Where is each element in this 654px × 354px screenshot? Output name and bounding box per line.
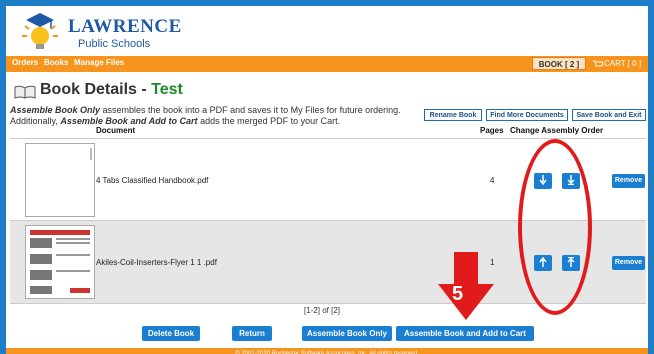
top-nav: Orders Books Manage Files BOOK [ 2 ] CAR… (6, 56, 648, 72)
cart-icon (593, 60, 603, 67)
logo-subtitle: Public Schools (78, 38, 151, 50)
graduation-bulb-icon (22, 13, 58, 49)
logo-title: LAWRENCE (68, 16, 182, 37)
red-down-arrow-icon (438, 252, 494, 320)
app-frame: LAWRENCE Public Schools Orders Books Man… (6, 6, 648, 354)
document-name: 4 Tabs Classified Handbook.pdf (96, 176, 209, 185)
header-document: Document (96, 126, 136, 135)
assemble-book-only-button[interactable]: Assemble Book Only (302, 326, 392, 341)
book-tab[interactable]: BOOK [ 2 ] (532, 57, 586, 70)
remove-button[interactable]: Remove (612, 256, 645, 270)
logo[interactable]: LAWRENCE Public Schools (18, 10, 181, 54)
cart-label: CART [ 0 ] (604, 59, 642, 68)
nav-books[interactable]: Books (44, 58, 68, 67)
assemble-book-add-to-cart-button[interactable]: Assemble Book and Add to Cart (396, 326, 534, 341)
document-name: Akiles-Coil-Inserters-Flyer 1 1 .pdf (96, 258, 217, 267)
remove-button[interactable]: Remove (612, 174, 645, 188)
cart-tab[interactable]: CART [ 0 ] (590, 57, 646, 70)
title-prefix: Book Details - (40, 81, 152, 98)
step-number: 5 (452, 283, 464, 305)
pagination-info: [1-2] of [2] (304, 306, 341, 315)
nav-orders[interactable]: Orders (12, 58, 38, 67)
header-change-order: Change Assembly Order (510, 126, 604, 135)
footer: © 2001-2020 Rochester Software Associate… (6, 348, 648, 354)
save-book-exit-button[interactable]: Save Book and Exit (572, 109, 646, 121)
header: LAWRENCE Public Schools (6, 6, 648, 56)
open-book-icon (14, 85, 36, 99)
book-name: Test (151, 81, 183, 98)
document-thumbnail (25, 225, 95, 299)
delete-book-button[interactable]: Delete Book (142, 326, 200, 341)
desc-text-1: assembles the book into a PDF and saves … (100, 105, 401, 115)
page-title: Book Details - Test (40, 81, 183, 99)
highlight-ellipse (518, 139, 592, 315)
nav-manage-files[interactable]: Manage Files (74, 58, 124, 67)
header-pages: Pages (480, 126, 504, 135)
desc-bold-1: Assemble Book Only (10, 105, 101, 115)
find-more-documents-button[interactable]: Find More Documents (486, 109, 568, 121)
document-thumbnail (25, 143, 95, 217)
return-button[interactable]: Return (232, 326, 272, 341)
rename-book-button[interactable]: Rename Book (424, 109, 482, 121)
page-count: 4 (490, 176, 495, 185)
